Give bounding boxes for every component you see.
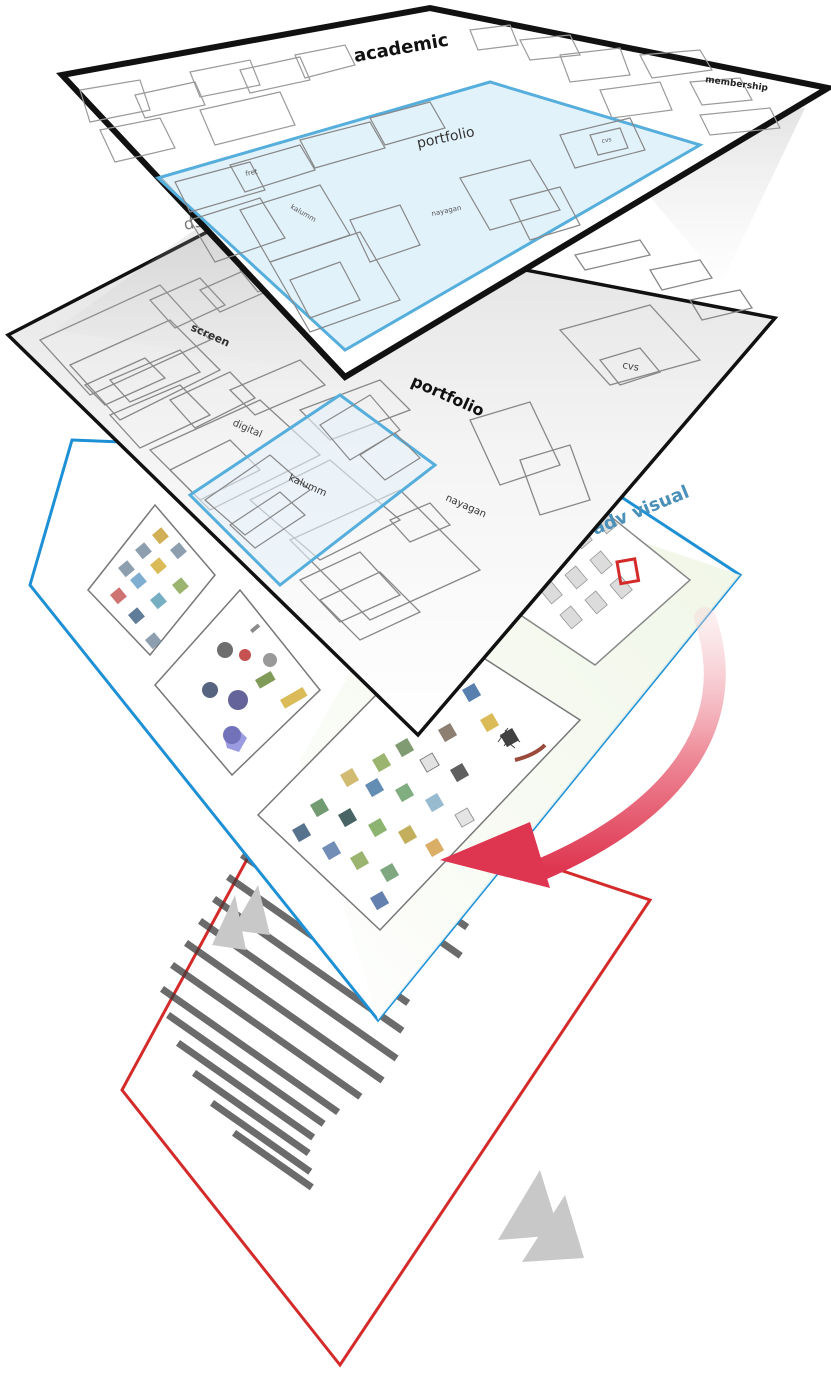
layered-pages-diagram: icons adv visual <box>0 0 831 1374</box>
double-triangle-down-icon <box>498 1170 584 1262</box>
diagram-canvas: icons adv visual <box>5 4 831 1368</box>
